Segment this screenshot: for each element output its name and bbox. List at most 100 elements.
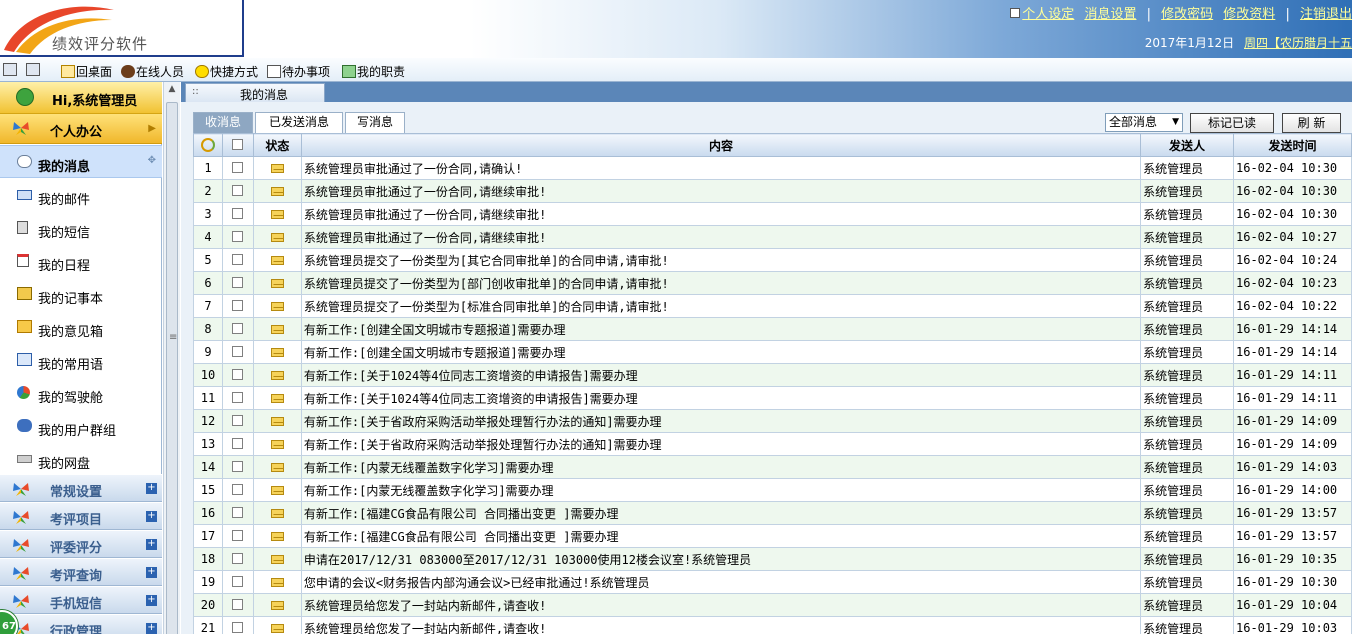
message-content[interactable]: 有新工作:[关于1024等4位同志工资增资的申请报告]需要办理	[300, 386, 1142, 410]
row-checkbox[interactable]	[232, 484, 244, 495]
message-content[interactable]: 有新工作:[关于省政府采购活动举报处理暂行办法的通知]需要办理	[300, 432, 1142, 456]
message-content[interactable]: 系统管理员提交了一份类型为[部门创收审批单]的合同申请,请审批!	[300, 271, 1142, 295]
link-logout[interactable]: 注销退出	[1300, 7, 1352, 22]
sidebar-item-my-phrases[interactable]: 我的常用语	[0, 344, 162, 377]
message-content[interactable]: 有新工作:[创建全国文明城市专题报道]需要办理	[300, 340, 1142, 364]
table-row[interactable]: 16 有新工作:[福建CG食品有限公司 合同播出变更 ]需要办理 系统管理员 16-0…	[193, 501, 1352, 525]
sidebar-item-my-notebook[interactable]: 我的记事本	[0, 278, 162, 311]
message-content[interactable]: 有新工作:[福建CG食品有限公司 合同播出变更 ]需要办理	[300, 501, 1142, 525]
row-checkbox-cell[interactable]	[221, 478, 254, 502]
table-row[interactable]: 4 系统管理员审批通过了一份合同,请继续审批! 系统管理员 16-02-04 10:2…	[193, 225, 1352, 249]
link-message-settings[interactable]: 消息设置	[1084, 7, 1136, 22]
row-checkbox[interactable]	[232, 254, 244, 265]
sidebar-item-my-netdisk[interactable]: 我的网盘	[0, 443, 162, 476]
toolbar-home[interactable]: 回桌面	[61, 63, 112, 79]
tab-compose[interactable]: 写消息	[345, 112, 405, 133]
toolbar-shortcuts[interactable]: 快捷方式	[195, 63, 258, 79]
link-personal-settings[interactable]: 个人设定	[1022, 7, 1074, 22]
table-row[interactable]: 9 有新工作:[创建全国文明城市专题报道]需要办理 系统管理员 16-01-29 14…	[193, 340, 1352, 364]
scrollbar-thumb[interactable]	[166, 102, 178, 634]
message-content[interactable]: 您申请的会议<财务报告内部沟通会议>已经审批通过!系统管理员	[300, 570, 1142, 594]
row-checkbox[interactable]	[232, 346, 244, 357]
sidebar-item-my-user-groups[interactable]: 我的用户群组	[0, 410, 162, 443]
message-content[interactable]: 系统管理员审批通过了一份合同,请确认!	[300, 156, 1142, 180]
table-row[interactable]: 8 有新工作:[创建全国文明城市专题报道]需要办理 系统管理员 16-01-29 14…	[193, 317, 1352, 341]
link-edit-profile[interactable]: 修改资料	[1223, 7, 1275, 22]
table-row[interactable]: 10 有新工作:[关于1024等4位同志工资增资的申请报告]需要办理 系统管理员 16…	[193, 363, 1352, 387]
row-checkbox-cell[interactable]	[221, 524, 254, 548]
table-row[interactable]: 2 系统管理员审批通过了一份合同,请继续审批! 系统管理员 16-02-04 10:3…	[193, 179, 1352, 203]
row-checkbox[interactable]	[232, 415, 244, 426]
message-content[interactable]: 有新工作:[关于省政府采购活动举报处理暂行办法的通知]需要办理	[300, 409, 1142, 433]
row-checkbox[interactable]	[232, 277, 244, 288]
table-row[interactable]: 7 系统管理员提交了一份类型为[标准合同审批单]的合同申请,请审批! 系统管理员 16…	[193, 294, 1352, 318]
row-checkbox[interactable]	[232, 576, 244, 587]
row-checkbox-cell[interactable]	[221, 547, 254, 571]
section-administration[interactable]: 行政管理 +	[0, 614, 162, 634]
refresh-button[interactable]: 刷 新	[1282, 113, 1341, 133]
message-content[interactable]: 有新工作:[关于1024等4位同志工资增资的申请报告]需要办理	[300, 363, 1142, 387]
row-checkbox-cell[interactable]	[221, 179, 254, 203]
tab-inbox[interactable]: 收消息	[193, 112, 253, 133]
row-checkbox[interactable]	[232, 300, 244, 311]
sidebar-item-my-cockpit[interactable]: 我的驾驶舱	[0, 377, 162, 410]
row-checkbox[interactable]	[232, 185, 244, 196]
table-row[interactable]: 11 有新工作:[关于1024等4位同志工资增资的申请报告]需要办理 系统管理员 16…	[193, 386, 1352, 410]
row-checkbox-cell[interactable]	[221, 271, 254, 295]
row-checkbox[interactable]	[232, 231, 244, 242]
row-checkbox-cell[interactable]	[221, 570, 254, 594]
row-checkbox[interactable]	[232, 438, 244, 449]
link-change-password[interactable]: 修改密码	[1161, 7, 1213, 22]
section-evaluation-query[interactable]: 考评查询 +	[0, 558, 162, 586]
row-checkbox[interactable]	[232, 553, 244, 564]
message-content[interactable]: 系统管理员审批通过了一份合同,请继续审批!	[300, 179, 1142, 203]
refresh-column-header[interactable]	[193, 133, 223, 157]
sidebar-item-my-suggestions[interactable]: 我的意见箱	[0, 311, 162, 344]
row-checkbox-cell[interactable]	[221, 363, 254, 387]
message-content[interactable]: 系统管理员审批通过了一份合同,请继续审批!	[300, 202, 1142, 226]
row-checkbox[interactable]	[232, 323, 244, 334]
table-row[interactable]: 3 系统管理员审批通过了一份合同,请继续审批! 系统管理员 16-02-04 10:3…	[193, 202, 1352, 226]
mark-read-button[interactable]: 标记已读	[1190, 113, 1274, 133]
table-row[interactable]: 20 系统管理员给您发了一封站内新邮件,请查收! 系统管理员 16-01-29 10:…	[193, 593, 1352, 617]
table-row[interactable]: 14 有新工作:[内蒙无线覆盖数字化学习]需要办理 系统管理员 16-01-29 14…	[193, 455, 1352, 479]
row-checkbox-cell[interactable]	[221, 593, 254, 617]
toolbar-todo[interactable]: 待办事项	[267, 63, 330, 79]
table-row[interactable]: 6 系统管理员提交了一份类型为[部门创收审批单]的合同申请,请审批! 系统管理员 16…	[193, 271, 1352, 295]
table-row[interactable]: 18 申请在2017/12/31 083000至2017/12/31 103000…	[193, 547, 1352, 571]
table-row[interactable]: 15 有新工作:[内蒙无线覆盖数字化学习]需要办理 系统管理员 16-01-29 14…	[193, 478, 1352, 502]
message-content[interactable]: 系统管理员提交了一份类型为[标准合同审批单]的合同申请,请审批!	[300, 294, 1142, 318]
table-row[interactable]: 5 系统管理员提交了一份类型为[其它合同审批单]的合同申请,请审批! 系统管理员 16…	[193, 248, 1352, 272]
row-checkbox-cell[interactable]	[221, 156, 254, 180]
message-content[interactable]: 有新工作:[内蒙无线覆盖数字化学习]需要办理	[300, 478, 1142, 502]
sidebar-scrollbar[interactable]: ▲ ≡	[163, 82, 180, 634]
row-checkbox[interactable]	[232, 622, 244, 633]
select-all-header[interactable]	[221, 133, 254, 157]
tab-sent[interactable]: 已发送消息	[255, 112, 343, 133]
row-checkbox[interactable]	[232, 369, 244, 380]
row-checkbox-cell[interactable]	[221, 317, 254, 341]
message-content[interactable]: 系统管理员审批通过了一份合同,请继续审批!	[300, 225, 1142, 249]
row-checkbox-cell[interactable]	[221, 225, 254, 249]
toolbar-my-duties[interactable]: 我的职责	[342, 63, 405, 79]
section-general-settings[interactable]: 常规设置 +	[0, 474, 162, 502]
message-content[interactable]: 系统管理员给您发了一封站内新邮件,请查收!	[300, 593, 1142, 617]
sidebar-item-my-messages[interactable]: 我的消息 ✥	[0, 145, 162, 178]
row-checkbox[interactable]	[232, 461, 244, 472]
page-tab[interactable]: :: 我的消息	[185, 83, 325, 102]
row-checkbox[interactable]	[232, 162, 244, 173]
message-content[interactable]: 有新工作:[创建全国文明城市专题报道]需要办理	[300, 317, 1142, 341]
scroll-up-icon[interactable]: ▲	[165, 84, 179, 98]
row-checkbox-cell[interactable]	[221, 432, 254, 456]
message-content[interactable]: 系统管理员给您发了一封站内新邮件,请查收!	[300, 616, 1142, 634]
message-content[interactable]: 申请在2017/12/31 083000至2017/12/31 103000使用…	[300, 547, 1142, 571]
toolbar-online-users[interactable]: 在线人员	[121, 63, 184, 79]
row-checkbox[interactable]	[232, 208, 244, 219]
select-all-checkbox[interactable]	[232, 139, 244, 150]
section-judge-scoring[interactable]: 评委评分 +	[0, 530, 162, 558]
message-content[interactable]: 有新工作:[福建CG食品有限公司 合同播出变更 ]需要办理	[300, 524, 1142, 548]
menu-toggle-button[interactable]	[26, 63, 41, 79]
row-checkbox-cell[interactable]	[221, 501, 254, 525]
table-row[interactable]: 19 您申请的会议<财务报告内部沟通会议>已经审批通过!系统管理员 系统管理员 16-…	[193, 570, 1352, 594]
sidebar-item-my-sms[interactable]: 我的短信	[0, 212, 162, 245]
